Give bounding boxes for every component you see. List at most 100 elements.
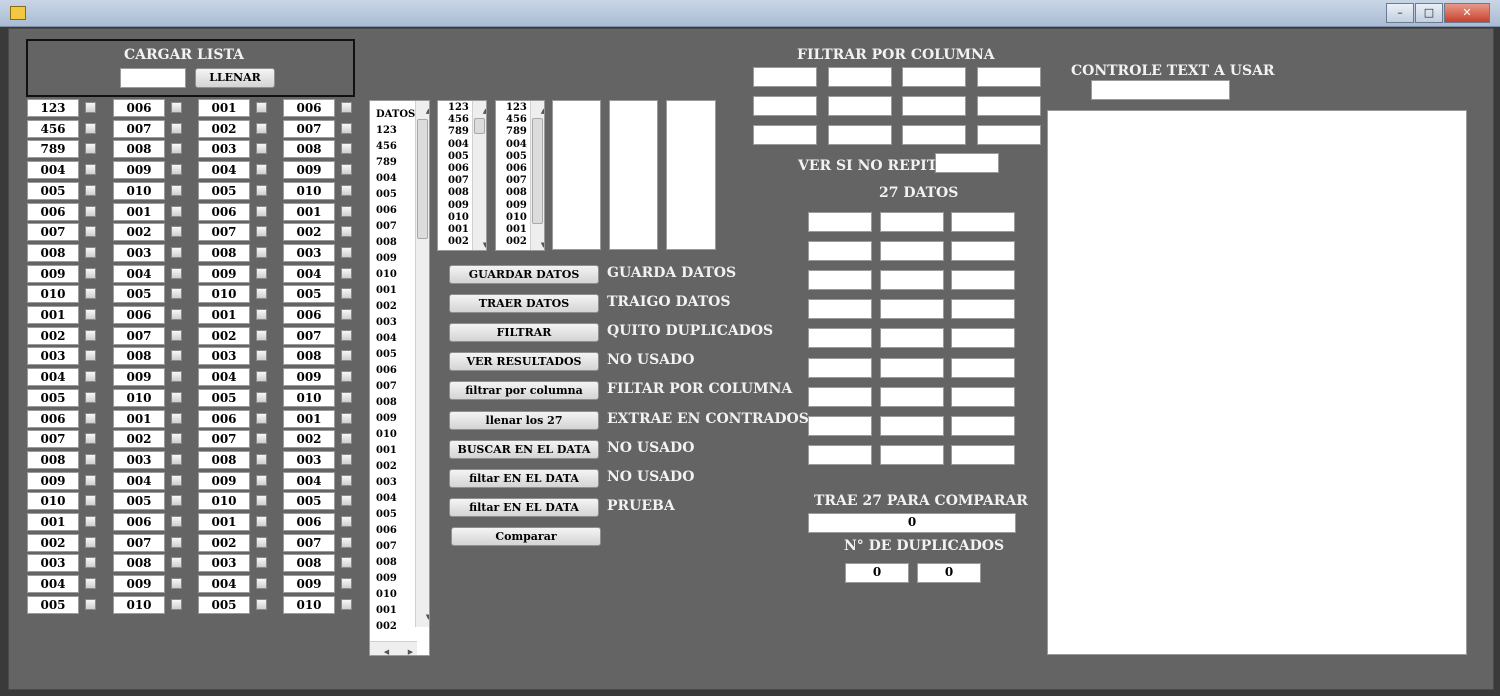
grid-checkbox[interactable]: [171, 143, 182, 155]
datos27-textbox[interactable]: [808, 212, 872, 232]
datos27-textbox[interactable]: [951, 444, 1015, 465]
grid-checkbox[interactable]: [341, 246, 352, 258]
grid-checkbox[interactable]: [85, 495, 96, 507]
grid-cell[interactable]: 004: [198, 368, 250, 387]
grid-cell[interactable]: 002: [198, 533, 250, 552]
grid-checkbox[interactable]: [341, 391, 352, 403]
grid-checkbox[interactable]: [341, 578, 352, 590]
grid-cell[interactable]: 003: [283, 243, 335, 262]
grid-cell[interactable]: 003: [198, 554, 250, 573]
grid-cell[interactable]: 006: [27, 409, 79, 428]
grid-checkbox[interactable]: [256, 495, 267, 507]
grid-checkbox[interactable]: [85, 474, 96, 486]
grid-cell[interactable]: 008: [113, 140, 165, 159]
grid-cell[interactable]: 001: [283, 409, 335, 428]
grid-checkbox[interactable]: [171, 226, 182, 238]
grid-cell[interactable]: 004: [27, 161, 79, 180]
grid-cell[interactable]: 006: [113, 306, 165, 324]
action-button[interactable]: GUARDAR DATOS: [449, 265, 599, 284]
scroll-left-icon[interactable]: ◀: [374, 644, 393, 655]
grid-checkbox[interactable]: [171, 329, 182, 341]
grid-checkbox[interactable]: [341, 164, 352, 176]
grid-checkbox[interactable]: [341, 122, 352, 134]
grid-checkbox[interactable]: [171, 122, 182, 134]
duplicados-value-2[interactable]: 0: [917, 563, 981, 583]
grid-cell[interactable]: 004: [283, 264, 335, 283]
grid-checkbox[interactable]: [85, 371, 96, 383]
scroll-down-icon[interactable]: ▼: [416, 609, 429, 625]
datos27-textbox[interactable]: [951, 328, 1015, 349]
grid-cell[interactable]: 007: [113, 326, 165, 345]
grid-cell[interactable]: 005: [27, 595, 79, 614]
datos27-textbox[interactable]: [808, 328, 872, 349]
grid-checkbox[interactable]: [256, 578, 267, 590]
grid-cell[interactable]: 003: [113, 243, 165, 262]
filtro-textbox[interactable]: [827, 67, 892, 87]
grid-cell[interactable]: 008: [283, 554, 335, 573]
datos-scrollbar[interactable]: ▲ ▼: [415, 101, 429, 627]
llenar-button[interactable]: LLENAR: [195, 68, 275, 88]
filtro-textbox[interactable]: [827, 125, 892, 145]
grid-cell[interactable]: 002: [198, 326, 250, 345]
grid-cell[interactable]: 007: [283, 119, 335, 138]
cargar-lista-input[interactable]: [120, 68, 186, 88]
grid-checkbox[interactable]: [85, 143, 96, 155]
grid-cell[interactable]: 008: [27, 450, 79, 469]
grid-cell[interactable]: 002: [27, 533, 79, 552]
grid-cell[interactable]: 002: [198, 119, 250, 138]
datos27-textbox[interactable]: [879, 444, 944, 465]
grid-cell[interactable]: 007: [283, 533, 335, 552]
grid-cell[interactable]: 004: [198, 161, 250, 180]
grid-cell[interactable]: 001: [113, 409, 165, 428]
empty-textbox-3[interactable]: [666, 100, 716, 250]
filtro-textbox[interactable]: [753, 125, 817, 145]
grid-cell[interactable]: 010: [198, 492, 250, 511]
scroll-right-icon[interactable]: ▶: [398, 644, 417, 655]
grid-checkbox[interactable]: [256, 226, 267, 238]
grid-checkbox[interactable]: [256, 102, 267, 113]
grid-checkbox[interactable]: [341, 288, 352, 300]
maximize-button[interactable]: □: [1415, 3, 1443, 23]
datos27-textbox[interactable]: [951, 299, 1015, 320]
grid-checkbox[interactable]: [171, 288, 182, 300]
grid-checkbox[interactable]: [256, 598, 267, 610]
grid-cell[interactable]: 009: [198, 264, 250, 283]
grid-checkbox[interactable]: [85, 578, 96, 590]
filtro-textbox[interactable]: [902, 67, 966, 87]
grid-cell[interactable]: 005: [27, 388, 79, 407]
grid-checkbox[interactable]: [171, 391, 182, 403]
small-listbox-1[interactable]: 123456789004005006007008009010001002 ▲ ▼: [437, 100, 487, 251]
datos27-textbox[interactable]: [879, 241, 944, 262]
grid-checkbox[interactable]: [256, 433, 267, 445]
grid-cell[interactable]: 010: [283, 388, 335, 407]
grid-cell[interactable]: 007: [113, 533, 165, 552]
grid-checkbox[interactable]: [85, 288, 96, 300]
grid-cell[interactable]: 009: [27, 264, 79, 283]
grid-checkbox[interactable]: [171, 598, 182, 610]
grid-checkbox[interactable]: [341, 184, 352, 196]
grid-checkbox[interactable]: [85, 309, 96, 320]
grid-cell[interactable]: 004: [198, 575, 250, 594]
grid-cell[interactable]: 009: [113, 368, 165, 387]
grid-checkbox[interactable]: [256, 329, 267, 341]
grid-cell[interactable]: 007: [283, 326, 335, 345]
grid-cell[interactable]: 002: [113, 430, 165, 449]
grid-checkbox[interactable]: [341, 267, 352, 279]
grid-cell[interactable]: 007: [198, 223, 250, 242]
grid-checkbox[interactable]: [341, 371, 352, 383]
grid-checkbox[interactable]: [341, 350, 352, 362]
grid-checkbox[interactable]: [85, 350, 96, 362]
datos27-textbox[interactable]: [808, 386, 872, 407]
grid-cell[interactable]: 003: [283, 450, 335, 469]
grid-checkbox[interactable]: [171, 578, 182, 590]
datos27-textbox[interactable]: [808, 270, 872, 291]
grid-cell[interactable]: 006: [113, 99, 165, 117]
datos27-textbox[interactable]: [808, 444, 872, 465]
grid-checkbox[interactable]: [341, 516, 352, 527]
grid-checkbox[interactable]: [171, 433, 182, 445]
datos27-textbox[interactable]: [879, 212, 944, 232]
datos-hscrollbar[interactable]: ◀ ▶: [370, 641, 417, 655]
grid-cell[interactable]: 009: [27, 471, 79, 490]
grid-checkbox[interactable]: [171, 102, 182, 113]
grid-cell[interactable]: 004: [113, 264, 165, 283]
